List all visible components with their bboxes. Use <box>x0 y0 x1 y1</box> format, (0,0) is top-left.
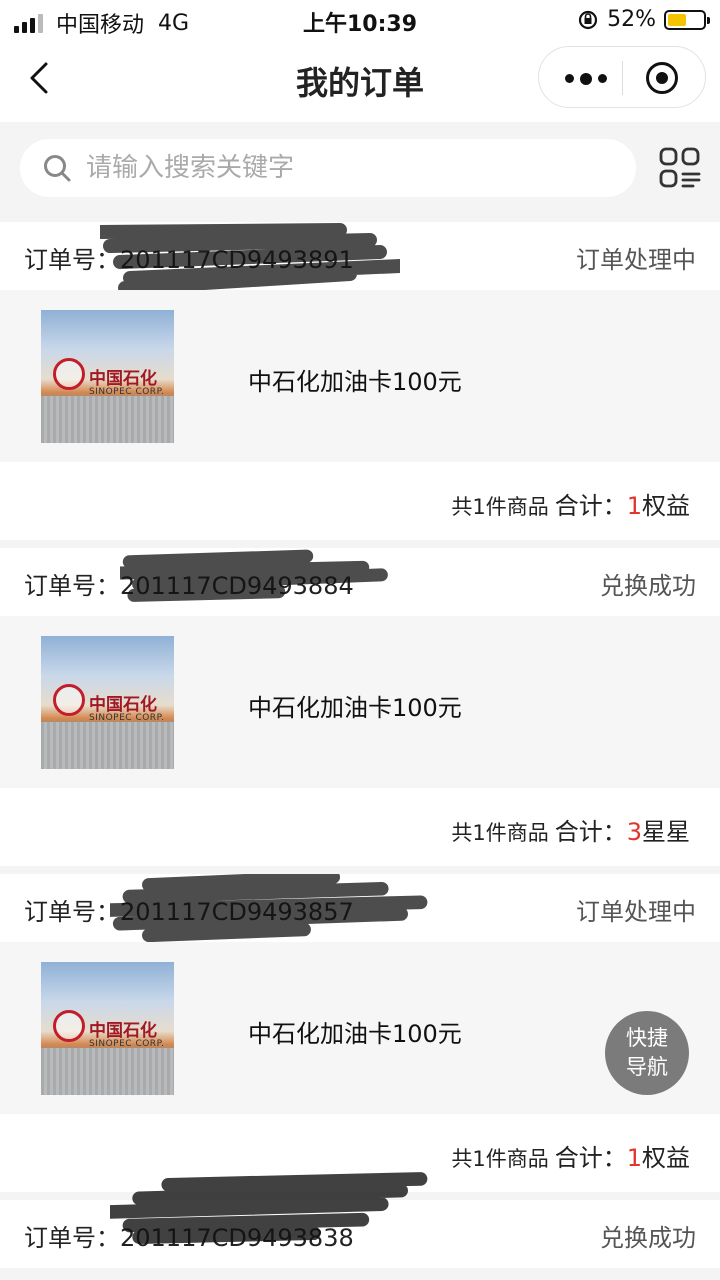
battery-icon <box>664 9 710 30</box>
product-image-brand: 中国石化 <box>89 1021 157 1041</box>
order-total: 共1件商品 合计：3星星 <box>451 812 690 847</box>
product-name: 中石化加油卡100元 <box>248 694 462 722</box>
total-unit: 星星 <box>642 818 690 846</box>
order-status: 订单处理中 <box>576 898 696 926</box>
nav-bar: 我的订单 <box>0 40 720 122</box>
item-count: 共1件商品 <box>451 495 549 519</box>
order-number-label: 订单号： <box>24 1224 120 1252</box>
sinopec-logo <box>53 1010 85 1042</box>
order-number: 201117CD9493838 <box>120 1224 354 1252</box>
order-number-row: 订单号：201117CD9493838 <box>24 1218 354 1253</box>
total-label: 合计： <box>554 818 627 846</box>
product-image-road <box>41 1048 174 1095</box>
total-label: 合计： <box>554 492 627 520</box>
product-image: 中国石化 SINOPEC CORP. <box>41 310 174 443</box>
search-box[interactable] <box>20 139 636 197</box>
order-status: 订单处理中 <box>576 246 696 274</box>
total-unit: 权益 <box>642 1144 690 1172</box>
product-image: 中国石化 SINOPEC CORP. <box>41 962 174 1095</box>
order-footer: 共1件商品 合计：3星星 <box>0 788 720 866</box>
order-card[interactable]: 订单号：201117CD9493891 订单处理中 中国石化 SINOPEC C… <box>0 222 720 540</box>
order-number: 201117CD9493884 <box>120 572 354 600</box>
order-number-label: 订单号： <box>24 898 120 926</box>
sinopec-logo <box>53 684 85 716</box>
product-name: 中石化加油卡100元 <box>248 368 462 396</box>
order-footer: 共1件商品 合计：1权益 <box>0 1114 720 1192</box>
order-card[interactable]: 订单号：201117CD9493884 兑换成功 中国石化 SINOPEC CO… <box>0 548 720 866</box>
search-bar <box>0 122 720 222</box>
order-header: 订单号：201117CD9493857 订单处理中 <box>0 874 720 943</box>
order-footer: 共1件商品 合计：1权益 <box>0 462 720 540</box>
total-label: 合计： <box>554 1144 627 1172</box>
quick-nav-button[interactable]: 快捷 导航 <box>605 1011 689 1095</box>
product-image: 中国石化 SINOPEC CORP. <box>41 636 174 769</box>
battery-percent: 52% <box>607 7 656 32</box>
product-image-road <box>41 396 174 443</box>
order-header: 订单号：201117CD9493891 订单处理中 <box>0 222 720 295</box>
order-product[interactable]: 中国石化 SINOPEC CORP. 中石化加油卡100元 <box>0 290 720 462</box>
status-right: 52% <box>577 7 710 32</box>
product-image-brand: 中国石化 <box>89 695 157 715</box>
item-count: 共1件商品 <box>451 1147 549 1171</box>
order-total: 共1件商品 合计：1权益 <box>451 486 690 521</box>
sinopec-logo <box>53 358 85 390</box>
order-number: 201117CD9493857 <box>120 898 354 926</box>
product-image-brand: 中国石化 <box>89 369 157 389</box>
target-circle-icon[interactable] <box>646 62 678 94</box>
capsule-divider <box>622 61 623 95</box>
product-image-brand-sub: SINOPEC CORP. <box>89 1039 165 1049</box>
more-dots-icon[interactable] <box>565 72 613 85</box>
mini-program-capsule <box>538 46 706 108</box>
order-product[interactable]: 中国石化 SINOPEC CORP. 中石化加油卡100元 <box>0 616 720 788</box>
item-count: 共1件商品 <box>451 821 549 845</box>
total-unit: 权益 <box>642 492 690 520</box>
grid-list-icon[interactable] <box>658 146 702 190</box>
order-number: 201117CD9493891 <box>120 246 354 274</box>
search-input[interactable] <box>86 149 606 187</box>
quick-nav-line2: 导航 <box>626 1055 668 1079</box>
order-status: 兑换成功 <box>600 572 696 600</box>
order-total: 共1件商品 合计：1权益 <box>451 1138 690 1173</box>
order-status: 兑换成功 <box>600 1224 696 1252</box>
order-number-label: 订单号： <box>24 572 120 600</box>
order-header: 订单号：201117CD9493884 兑换成功 <box>0 548 720 616</box>
product-image-brand-sub: SINOPEC CORP. <box>89 713 165 723</box>
battery-level <box>668 13 686 26</box>
search-icon <box>44 155 71 182</box>
order-header: 订单号：201117CD9493838 兑换成功 <box>0 1172 720 1268</box>
order-number-row: 订单号：201117CD9493857 <box>24 892 354 927</box>
order-card[interactable]: 订单号：201117CD9493838 兑换成功 <box>0 1172 720 1268</box>
product-image-brand-sub: SINOPEC CORP. <box>89 387 165 397</box>
quick-nav-line1: 快捷 <box>626 1026 668 1050</box>
total-value: 1 <box>626 492 642 520</box>
order-number-row: 订单号：201117CD9493891 <box>24 240 354 275</box>
total-value: 3 <box>626 818 642 846</box>
order-number-label: 订单号： <box>24 246 120 274</box>
order-number-row: 订单号：201117CD9493884 <box>24 566 354 601</box>
product-name: 中石化加油卡100元 <box>248 1020 462 1048</box>
status-bar: 中国移动 4G 上午10:39 52% <box>0 0 720 40</box>
total-value: 1 <box>626 1144 642 1172</box>
product-image-road <box>41 722 174 769</box>
rotation-lock-icon <box>578 10 598 29</box>
